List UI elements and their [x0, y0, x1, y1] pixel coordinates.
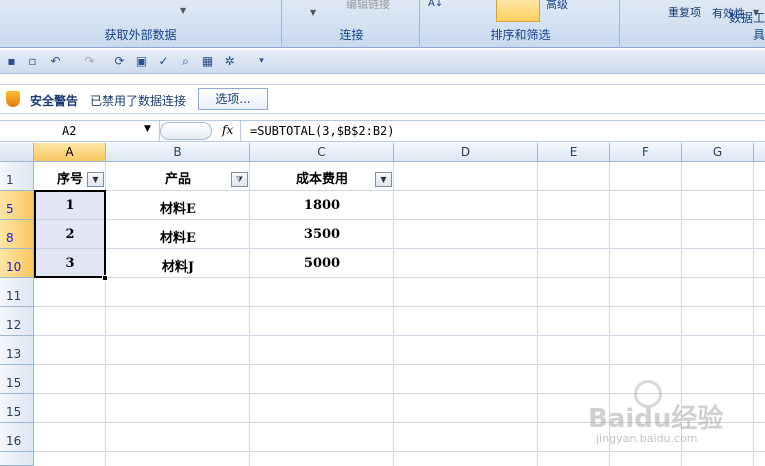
cell-a-row10[interactable]: 3 — [34, 256, 106, 271]
name-box-value: A2 — [62, 124, 77, 138]
row-header-10[interactable]: 10 — [0, 249, 34, 278]
name-box[interactable]: A2 ▼ — [0, 121, 160, 141]
row-header-17[interactable] — [0, 452, 34, 466]
ribbon-group-label: 排序和筛选 — [490, 28, 551, 42]
row-header-16[interactable]: 16 — [0, 423, 34, 452]
row-header-11[interactable]: 11 — [0, 278, 34, 307]
ribbon-group-data-tools: 重复项 有效性 ▼ 数据工具 — [622, 0, 765, 46]
row-header-5[interactable]: 5 — [0, 191, 34, 220]
row-header-15[interactable]: 15 — [0, 394, 34, 423]
cell-a-row5[interactable]: 1 — [34, 198, 106, 213]
borders-icon[interactable]: ▦ — [200, 54, 215, 69]
dropdown-arrow-icon[interactable]: ▼ — [180, 6, 186, 15]
column-header-h[interactable] — [754, 143, 765, 162]
column-header-b[interactable]: B — [106, 143, 250, 162]
row-header-8[interactable]: 8 — [0, 220, 34, 249]
security-warning-title: 安全警告 — [30, 94, 79, 108]
gridline — [34, 306, 765, 307]
dropdown-arrow-icon[interactable]: ▼ — [310, 8, 316, 17]
gridline — [537, 162, 538, 466]
column-header-e[interactable]: E — [538, 143, 610, 162]
column-header-g[interactable]: G — [682, 143, 754, 162]
cell-b-row8[interactable]: 材料E — [106, 227, 250, 246]
spelling-icon[interactable]: ✓ — [156, 54, 171, 69]
header-cell-index[interactable]: 序号 — [50, 168, 90, 187]
gridline — [34, 248, 765, 249]
column-header-c[interactable]: C — [250, 143, 394, 162]
gridline — [34, 219, 765, 220]
save-icon[interactable]: ▪ — [4, 54, 19, 69]
cell-b-row10[interactable]: 材料J — [106, 256, 250, 275]
watermark-url: jingyan.baidu.com — [596, 432, 698, 445]
undo-icon[interactable]: ↶ — [48, 54, 63, 69]
ribbon-group-label: 连接 — [339, 28, 364, 42]
gridline — [34, 451, 765, 452]
select-all-corner[interactable] — [0, 143, 34, 162]
ribbon-group-connections: ▼ 编辑链接 连接 — [284, 0, 420, 46]
header-cell-product[interactable]: 产品 — [140, 168, 216, 187]
remove-duplicates-button[interactable]: 重复项 — [668, 4, 701, 20]
gridline — [34, 277, 765, 278]
cell-c-row10[interactable]: 5000 — [250, 256, 394, 271]
row-header-13[interactable]: 13 — [0, 336, 34, 365]
ribbon-group-label: 获取外部数据 — [104, 28, 177, 42]
divider — [240, 121, 241, 141]
gridline — [34, 190, 765, 191]
security-warning-bar: 安全警告 已禁用了数据连接 选项... — [0, 84, 765, 114]
cell-b-row5[interactable]: 材料E — [106, 198, 250, 217]
redo-icon[interactable]: ↷ — [82, 54, 97, 69]
formula-bar-resize-handle[interactable] — [160, 122, 212, 140]
shield-icon — [6, 91, 20, 107]
new-document-icon[interactable]: ▫ — [25, 54, 40, 69]
ribbon-group-label: 数据工具 — [728, 11, 765, 42]
filter-dropdown-icon[interactable]: ▼ — [375, 172, 392, 187]
ribbon: ▼ 获取外部数据 ▼ 编辑链接 连接 A↓ 高级 排序和筛选 重复项 有效性 ▼… — [0, 0, 765, 48]
customize-toolbar-icon[interactable]: ▾ — [254, 54, 269, 69]
ribbon-group-external-data: ▼ 获取外部数据 — [0, 0, 282, 46]
column-header-f[interactable]: F — [610, 143, 682, 162]
formula-input[interactable]: =SUBTOTAL(3,$B$2:B2) — [250, 124, 395, 138]
zoom-icon[interactable]: ⌕ — [178, 54, 193, 69]
formula-bar: A2 ▼ fx =SUBTOTAL(3,$B$2:B2) — [0, 120, 765, 142]
filter-dropdown-icon[interactable]: ▼ — [87, 172, 104, 187]
watermark-logo: Baidu经验 — [588, 404, 724, 434]
cell-a-row8[interactable]: 2 — [34, 227, 106, 242]
gridline — [34, 335, 765, 336]
options-button[interactable]: 选项... — [198, 88, 268, 110]
column-header-a[interactable]: A — [34, 143, 106, 162]
header-cell-cost[interactable]: 成本费用 — [280, 168, 364, 187]
sort-za-icon[interactable]: A↓ — [428, 0, 443, 9]
filter-button[interactable] — [496, 0, 540, 22]
security-warning-message: 已禁用了数据连接 — [90, 94, 187, 108]
row-header-14[interactable]: 15 — [0, 365, 34, 394]
quick-access-toolbar: ▪ ▫ ↶ ↷ ⟳ ▣ ✓ ⌕ ▦ ✲ ▾ — [0, 50, 765, 74]
ribbon-group-sort-filter: A↓ 高级 排序和筛选 — [422, 0, 620, 46]
gridline — [34, 364, 765, 365]
print-preview-icon[interactable]: ▣ — [134, 54, 149, 69]
chevron-down-icon[interactable]: ▼ — [144, 124, 151, 134]
row-header-1[interactable]: 1 — [0, 162, 34, 191]
refresh-icon[interactable]: ⟳ — [112, 54, 127, 69]
cell-c-row8[interactable]: 3500 — [250, 227, 394, 242]
column-header-d[interactable]: D — [394, 143, 538, 162]
filter-active-icon[interactable]: ⧩ — [231, 172, 248, 187]
cell-c-row5[interactable]: 1800 — [250, 198, 394, 213]
advanced-filter-button[interactable]: 高级 — [546, 0, 568, 12]
row-header-12[interactable]: 12 — [0, 307, 34, 336]
gridline — [753, 162, 754, 466]
fill-handle[interactable] — [102, 275, 108, 281]
edit-links-button[interactable]: 编辑链接 — [346, 0, 390, 12]
tools-icon[interactable]: ✲ — [222, 54, 237, 69]
insert-function-button[interactable]: fx — [222, 123, 233, 137]
